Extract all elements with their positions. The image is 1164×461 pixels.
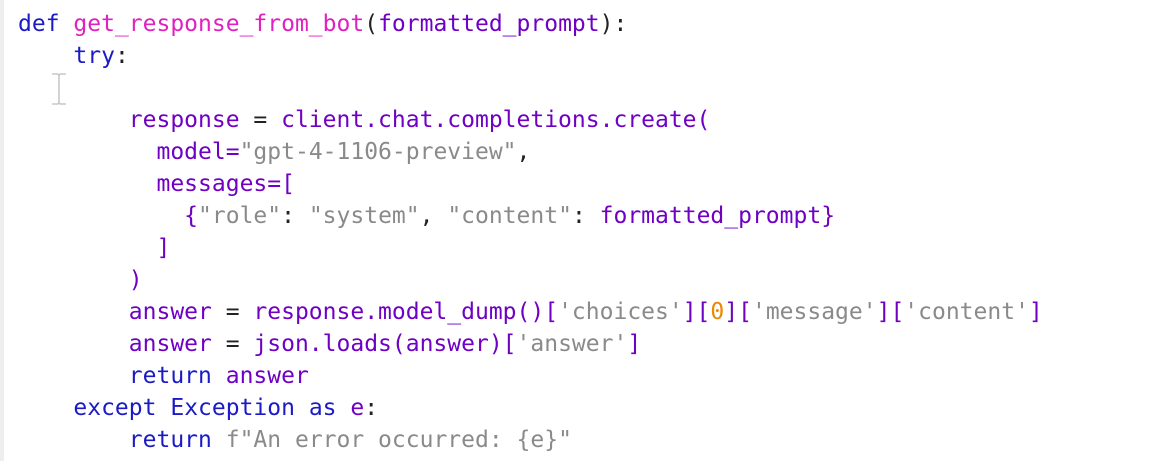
code-line-12: return answer bbox=[128, 363, 309, 389]
code-editor[interactable]: def get_response_from_bot(formatted_prom… bbox=[0, 0, 1164, 461]
code-line-5: model="gpt-4-1106-preview", bbox=[156, 139, 531, 165]
code-line-4: response = client.chat.completions.creat… bbox=[128, 107, 711, 133]
code-block[interactable]: def get_response_from_bot(formatted_prom… bbox=[18, 8, 1043, 456]
code-line-13: except Exception as e: bbox=[73, 395, 379, 421]
code-line-9: ) bbox=[128, 267, 143, 293]
code-line-6: messages=[ bbox=[156, 171, 295, 197]
code-line-11: answer = json.loads(answer)['answer'] bbox=[128, 331, 642, 357]
code-line-10: answer = response.model_dump()['choices'… bbox=[128, 299, 1043, 325]
code-line-8: ] bbox=[156, 235, 171, 261]
editor-gutter bbox=[0, 0, 4, 461]
code-line-7: {"role": "system", "content": formatted_… bbox=[184, 203, 836, 229]
code-line-1: def get_response_from_bot(formatted_prom… bbox=[18, 11, 628, 37]
code-line-2: try: bbox=[73, 43, 129, 69]
code-line-14: return f"An error occurred: {e}" bbox=[128, 427, 572, 453]
